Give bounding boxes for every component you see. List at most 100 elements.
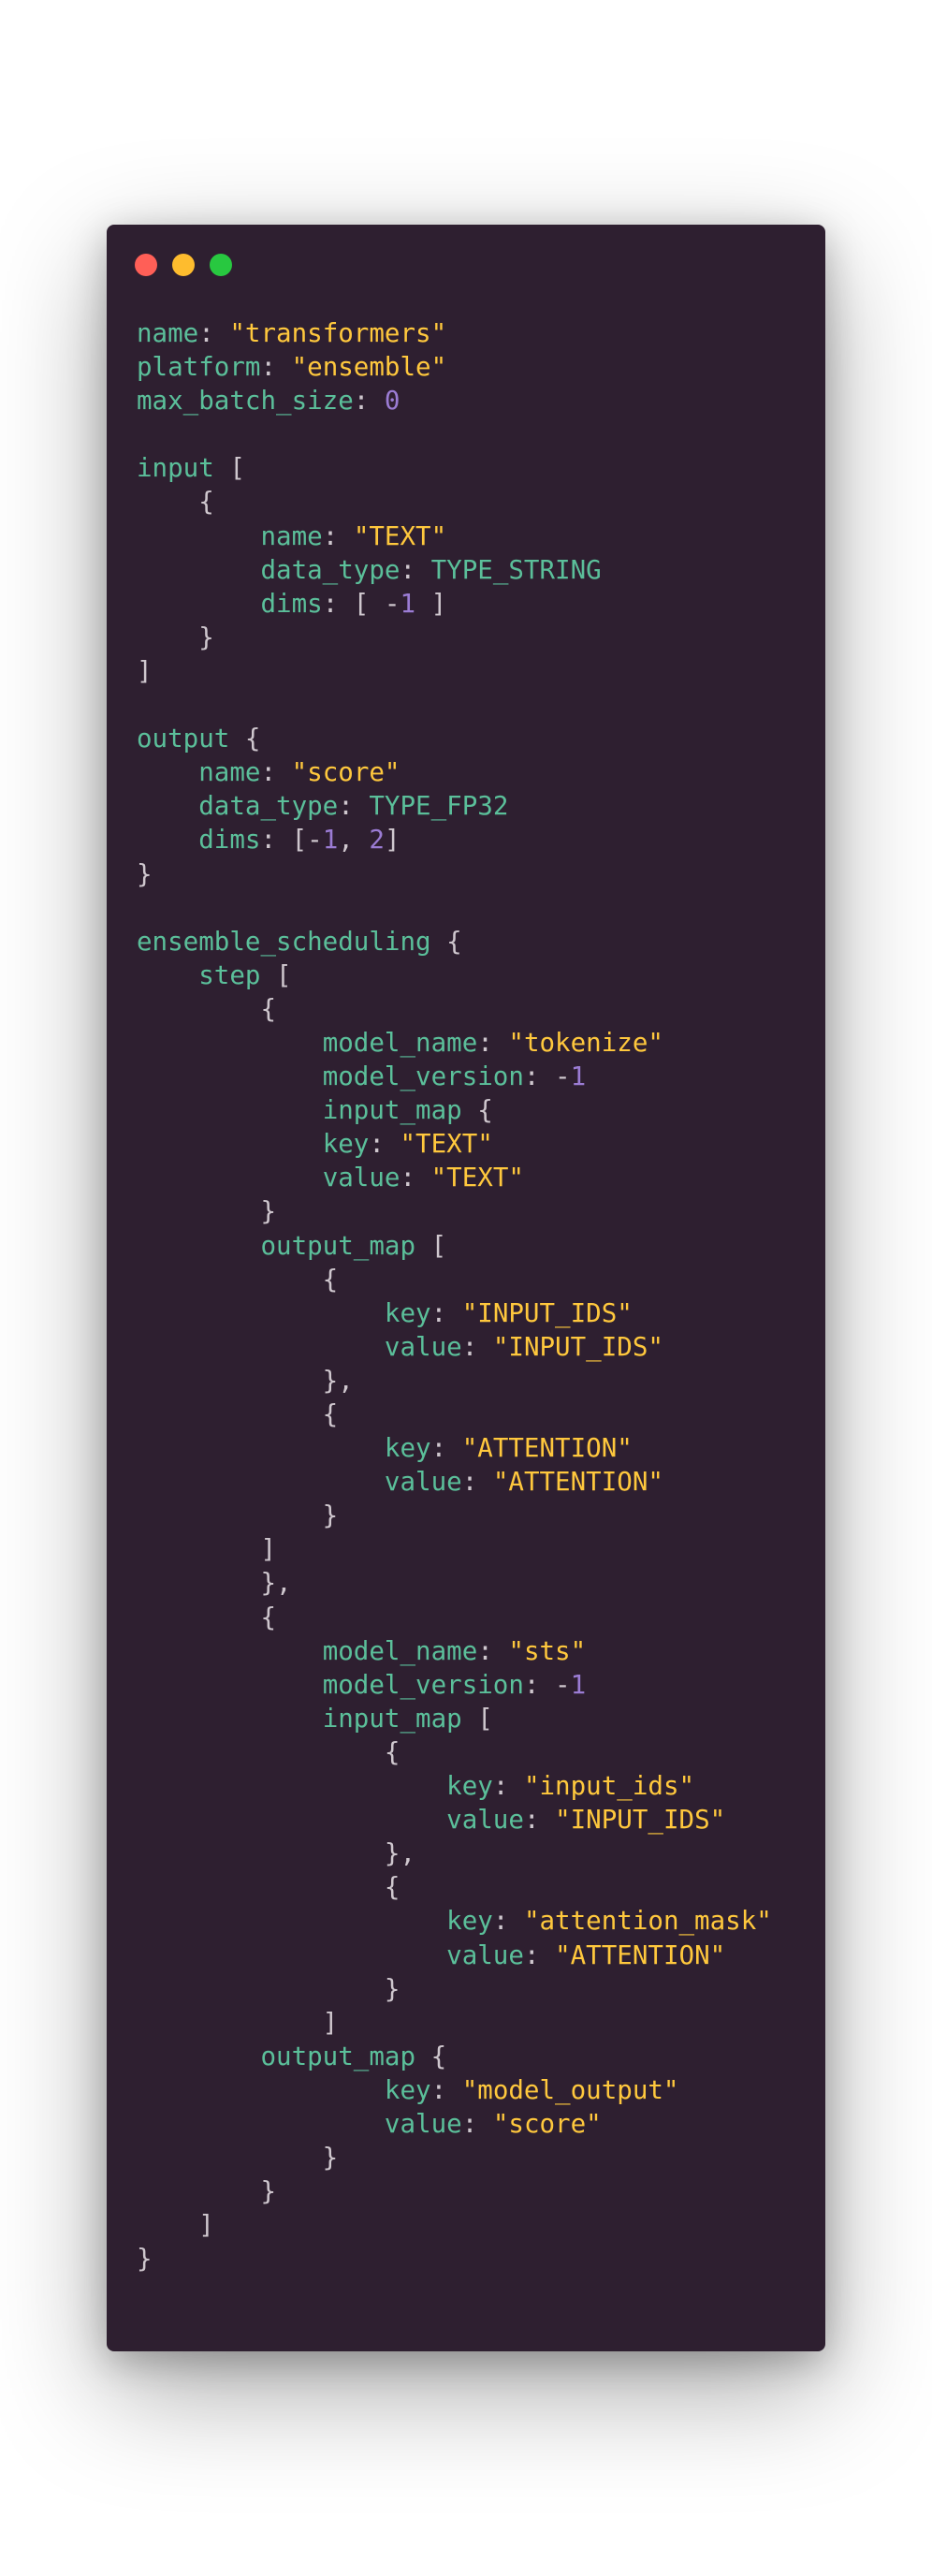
code-token: "ensemble"	[291, 352, 447, 383]
code-line: max_batch_size: 0	[137, 384, 772, 417]
code-line: data_type: TYPE_FP32	[137, 789, 772, 823]
code-token: value	[322, 1163, 400, 1193]
code-line: value: "INPUT_IDS"	[137, 1803, 772, 1837]
code-token: output_map	[260, 2041, 416, 2071]
code-token: {	[229, 724, 261, 754]
minimize-dot-icon[interactable]	[172, 254, 195, 276]
code-token: output	[137, 724, 230, 754]
code-line: {	[137, 1870, 772, 1904]
code-line: model_version: -1	[137, 1668, 772, 1702]
code-token: input_map	[322, 1703, 462, 1734]
code-token: "model_output"	[461, 2074, 679, 2105]
code-token: model_name	[322, 1027, 478, 1058]
code-line: name: "TEXT"	[137, 520, 772, 553]
code-token: ]	[137, 2210, 214, 2241]
code-token: "input_ids"	[523, 1771, 695, 1802]
code-line: },	[137, 1364, 772, 1398]
code-token: {	[137, 1264, 339, 1295]
code-line: },	[137, 1566, 772, 1600]
code-token: dims	[260, 588, 323, 619]
code-line: }	[137, 1499, 772, 1532]
code-token: TYPE_STRING	[430, 554, 602, 585]
code-block: name: "transformers" platform: "ensemble"…	[137, 316, 772, 2276]
code-token: :	[430, 2074, 462, 2105]
code-line: dims: [ -1 ]	[137, 587, 772, 621]
code-line: key: "attention_mask"	[137, 1904, 772, 1938]
code-token: value	[446, 1805, 524, 1836]
code-token: name	[260, 520, 323, 551]
code-line: name: "transformers"	[137, 316, 772, 350]
code-token: {	[137, 993, 277, 1024]
code-token: "INPUT_IDS"	[492, 1331, 663, 1362]
code-token: :	[369, 1129, 400, 1160]
code-token: :	[477, 1635, 509, 1666]
code-line: output_map {	[137, 2040, 772, 2073]
code-line: value: "ATTENTION"	[137, 1465, 772, 1499]
code-token: model_name	[322, 1635, 478, 1666]
code-token: :	[430, 1297, 462, 1328]
code-token: key	[384, 1433, 431, 1464]
code-token: {	[137, 1872, 400, 1903]
code-line: value: "ATTENTION"	[137, 1939, 772, 1972]
code-token: :	[322, 520, 354, 551]
code-line: platform: "ensemble"	[137, 350, 772, 384]
code-line: {	[137, 485, 772, 519]
code-line: ]	[137, 2006, 772, 2040]
code-line: }	[137, 2242, 772, 2276]
code-token: name	[198, 757, 261, 788]
code-token: value	[446, 1939, 524, 1970]
code-line: step [	[137, 959, 772, 992]
code-token: data_type	[198, 791, 339, 822]
code-token: "ATTENTION"	[461, 1433, 633, 1464]
close-dot-icon[interactable]	[135, 254, 157, 276]
code-token: :	[338, 791, 370, 822]
code-token: : [-	[260, 825, 323, 856]
code-token: ,	[338, 825, 370, 856]
code-line: }	[137, 857, 772, 891]
code-line: ]	[137, 654, 772, 688]
code-line: value: "score"	[137, 2107, 772, 2141]
code-line: key: "TEXT"	[137, 1127, 772, 1161]
code-token: 1	[322, 825, 339, 856]
code-token: [	[461, 1703, 493, 1734]
code-token: ]	[137, 1534, 277, 1565]
code-token: {	[415, 2041, 447, 2071]
code-token: :	[523, 1805, 556, 1836]
code-token: "TEXT"	[430, 1163, 524, 1193]
code-token: key	[384, 2074, 431, 2105]
code-token: [	[260, 959, 292, 990]
code-token: TYPE_FP32	[369, 791, 509, 822]
code-line: key: "input_ids"	[137, 1769, 772, 1803]
code-token: }	[137, 1196, 277, 1227]
code-line: }	[137, 1972, 772, 2006]
code-token: "score"	[492, 2108, 602, 2139]
code-line: value: "TEXT"	[137, 1161, 772, 1194]
code-token: key	[384, 1297, 431, 1328]
code-line: },	[137, 1837, 772, 1870]
code-token: }	[137, 2143, 339, 2174]
code-line: model_name: "tokenize"	[137, 1026, 772, 1060]
code-line: }	[137, 2174, 772, 2208]
code-token: {	[137, 1602, 277, 1632]
zoom-dot-icon[interactable]	[210, 254, 232, 276]
code-line: {	[137, 1398, 772, 1431]
code-line: }	[137, 621, 772, 654]
code-line: key: "model_output"	[137, 2073, 772, 2107]
code-token: platform	[137, 352, 261, 383]
code-token: :	[461, 1467, 493, 1498]
